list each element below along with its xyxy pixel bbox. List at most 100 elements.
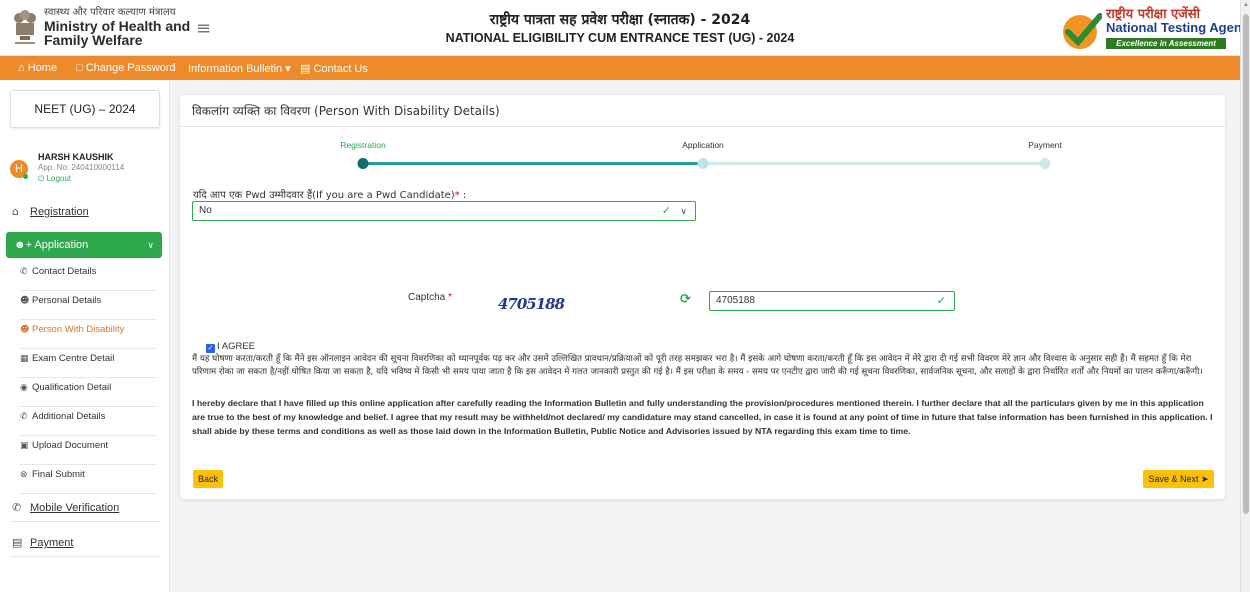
save-next-label: Save & Next xyxy=(1148,474,1199,484)
step-application-label: Application xyxy=(682,140,724,150)
upload-icon: ▣ xyxy=(20,441,29,451)
stepper-line-complete xyxy=(363,162,703,165)
sidebar-item-registration[interactable]: ⌂ Registration xyxy=(12,205,89,218)
application-number: App. No: 240410000114 xyxy=(38,163,125,172)
card-title: विकलांग व्यक्ति का विवरण (Person With Di… xyxy=(180,95,1225,127)
sidebar-sub-contact-details[interactable]: ✆ Contact Details xyxy=(20,262,156,291)
nav-home-label: Home xyxy=(27,62,58,74)
phone-icon: ✆ xyxy=(20,412,28,422)
page-title-hindi: राष्ट्रीय पात्रता सह प्रवेश परीक्षा (स्न… xyxy=(489,12,751,28)
required-asterisk: * xyxy=(454,190,460,201)
chevron-down-icon: ∨ xyxy=(680,206,687,216)
captcha-image: 4705188 xyxy=(498,295,565,319)
captcha-label-text: Captcha xyxy=(408,292,446,303)
valid-check-icon: ✓ xyxy=(661,204,671,217)
sidebar-sub-additional-details[interactable]: ✆ Additional Details xyxy=(20,407,156,436)
captcha-label: Captcha * xyxy=(408,292,452,303)
sidebar-item-application[interactable]: ☻+ Application ∨ xyxy=(6,232,162,258)
valid-check-icon: ✓ xyxy=(936,294,946,307)
step-payment-label: Payment xyxy=(1028,140,1062,150)
pwd-select[interactable]: No ✓ ∨ xyxy=(192,201,696,221)
nav-contact-us-label: Contact Us xyxy=(313,63,368,75)
refresh-captcha-icon[interactable]: ⟳ xyxy=(680,292,691,307)
phone-icon: ✆ xyxy=(20,267,28,277)
sidebar-item-mobile-verification-label: Mobile Verification xyxy=(30,502,120,514)
captcha-input[interactable]: 4705188 ✓ xyxy=(709,291,955,311)
building-icon: ▦ xyxy=(20,354,29,364)
caret-down-icon: ▾ xyxy=(285,63,291,75)
sidebar-sub-label: Contact Details xyxy=(32,266,97,277)
nav-contact-us[interactable]: ▤ Contact Us xyxy=(300,62,368,75)
page-title: राष्ट्रीय पात्रता सह प्रवेश परीक्षा (स्न… xyxy=(0,10,1240,45)
sidebar-item-application-label: Application xyxy=(34,239,89,251)
nav-change-password-label: Change Password xyxy=(85,62,176,74)
sidebar-sub-label: Exam Centre Detail xyxy=(32,353,115,364)
captcha-input-value: 4705188 xyxy=(716,295,755,306)
sidebar-divider xyxy=(10,556,160,557)
sidebar-sub-personal-details[interactable]: ☻ Personal Details xyxy=(20,291,156,320)
page-scrollbar[interactable]: ▲ xyxy=(1240,0,1250,592)
sidebar-sub-final-submit[interactable]: ⊗ Final Submit xyxy=(20,465,156,494)
sidebar-item-registration-label: Registration xyxy=(30,206,89,218)
progress-stepper: Registration Application Payment xyxy=(180,135,1225,175)
pwd-question-label: यदि आप एक Pwd उम्मीदवार हैं(If you are a… xyxy=(193,190,467,201)
sidebar-item-payment[interactable]: ▤ Payment xyxy=(12,536,73,549)
pwd-select-value: No xyxy=(199,205,212,216)
phone-icon: ✆ xyxy=(12,501,22,514)
sidebar-sub-person-with-disability[interactable]: ☻ Person With Disability xyxy=(20,320,156,349)
nav-information-bulletin-label: Information Bulletin xyxy=(188,63,283,75)
logout-link[interactable]: ⏻ Logout xyxy=(38,174,71,184)
site-header: स्वास्थ्य और परिवार कल्याण मंत्रालय Mini… xyxy=(0,0,1250,56)
sidebar-sub-label: Upload Document xyxy=(32,440,109,451)
stepper-line-pending xyxy=(703,162,1045,165)
back-button[interactable]: Back xyxy=(193,470,223,488)
person-icon: ☻ xyxy=(20,325,30,335)
logout-label: Logout xyxy=(46,174,72,183)
power-icon: ⏻ xyxy=(38,174,45,183)
nta-tagline: Excellence in Assessment xyxy=(1106,38,1226,49)
chevron-down-icon: ∨ xyxy=(147,240,154,250)
home-icon: ⌂ xyxy=(18,62,25,74)
exam-name-box: NEET (UG) – 2024 xyxy=(10,90,160,128)
sidebar-sub-label: Final Submit xyxy=(32,469,85,480)
agree-label: I AGREE xyxy=(217,341,256,352)
person-add-icon: ☻+ xyxy=(14,239,32,251)
online-status-dot xyxy=(23,174,28,179)
scroll-up-arrow-icon[interactable]: ▲ xyxy=(1243,2,1249,8)
home-icon: ⌂ xyxy=(12,205,19,218)
sidebar-item-payment-label: Payment xyxy=(30,537,74,549)
nav-change-password[interactable]: □ Change Password xyxy=(76,62,176,74)
sidebar-sub-label: Additional Details xyxy=(32,411,106,422)
step-payment-dot xyxy=(1039,158,1051,169)
lock-icon: □ xyxy=(76,62,83,74)
top-nav: ⌂ Home □ Change Password Information Bul… xyxy=(0,56,1240,80)
sidebar-item-mobile-verification[interactable]: ✆ Mobile Verification xyxy=(12,501,119,514)
agree-checkbox[interactable]: ✓ I AGREE xyxy=(206,341,255,353)
save-next-button[interactable]: Save & Next ➤ xyxy=(1143,470,1214,488)
step-registration-label: Registration xyxy=(340,140,386,150)
sidebar-sub-label: Person With Disability xyxy=(32,324,125,335)
award-icon: ◉ xyxy=(20,383,28,393)
step-application-dot xyxy=(697,158,709,169)
chat-icon: ▤ xyxy=(300,63,311,75)
credit-card-icon: ▤ xyxy=(12,536,23,549)
nta-logo: राष्ट्रीय परीक्षा एजेंसी National Testin… xyxy=(1060,4,1250,52)
sidebar-sub-upload-document[interactable]: ▣ Upload Document xyxy=(20,436,156,465)
sidebar-sub-exam-centre-detail[interactable]: ▦ Exam Centre Detail xyxy=(20,349,156,378)
page-title-english: NATIONAL ELIGIBILITY CUM ENTRANCE TEST (… xyxy=(445,31,795,45)
pwd-question-text: यदि आप एक Pwd उम्मीदवार हैं(If you are a… xyxy=(193,190,455,201)
sidebar: NEET (UG) – 2024 H HARSH KAUSHIK App. No… xyxy=(0,80,170,592)
user-name: HARSH KAUSHIK xyxy=(38,152,114,162)
nav-information-bulletin[interactable]: Information Bulletin ▾ xyxy=(188,62,291,75)
declaration-english: I hereby declare that I have filled up t… xyxy=(192,398,1213,436)
pwd-details-card: विकलांग व्यक्ति का विवरण (Person With Di… xyxy=(180,95,1225,499)
sidebar-sub-qualification-detail[interactable]: ◉ Qualification Detail xyxy=(20,378,156,407)
declaration-hindi: मैं यह घोषणा करता/करती हूँ कि मैंने इस ऑ… xyxy=(192,354,1203,378)
scroll-thumb[interactable] xyxy=(1243,14,1249,514)
sidebar-divider xyxy=(10,521,160,522)
checkbox-checked-icon[interactable]: ✓ xyxy=(206,344,215,353)
nav-home[interactable]: ⌂ Home xyxy=(18,62,57,74)
sidebar-sub-label: Personal Details xyxy=(32,295,102,306)
check-circle-icon: ⊗ xyxy=(20,470,28,480)
nta-name-english: National Testing Agency xyxy=(1106,20,1250,35)
